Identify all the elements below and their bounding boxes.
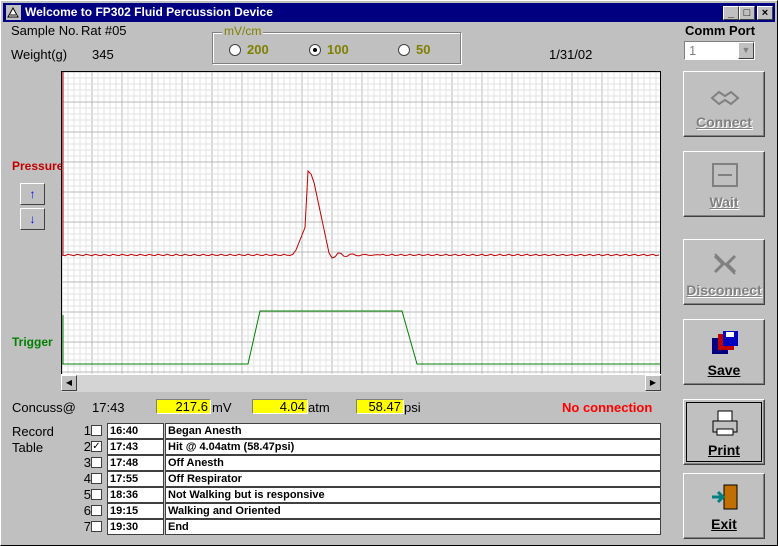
row-time-field[interactable]: 19:15 — [107, 503, 164, 519]
row-note-field[interactable]: Began Anesth — [165, 423, 661, 439]
mv-value: 217.6 — [156, 399, 211, 414]
plot-horizontal-scrollbar[interactable]: ◀ ▶ — [61, 374, 661, 392]
table-row: 2 ✓ 17:43 Hit @ 4.04atm (58.47psi) — [79, 439, 661, 455]
trigger-label: Trigger — [12, 335, 53, 349]
weight-label: Weight(g) — [11, 47, 68, 62]
row-number: 2 — [83, 439, 91, 454]
title-bar[interactable]: Welcome to FP302 Fluid Percussion Device… — [3, 3, 775, 22]
row-checkbox[interactable] — [91, 473, 102, 484]
atm-value: 4.04 — [252, 399, 308, 414]
psi-value: 58.47 — [356, 399, 404, 414]
wait-icon — [712, 163, 738, 187]
row-checkbox[interactable]: ✓ — [91, 441, 102, 452]
app-icon[interactable] — [6, 5, 21, 20]
scale-radio-50[interactable]: 50 — [398, 42, 430, 57]
wait-button[interactable]: Wait — [683, 151, 765, 217]
printer-icon — [712, 410, 738, 436]
floppy-disk-icon — [712, 331, 738, 354]
row-checkbox[interactable] — [91, 425, 102, 436]
maximize-icon[interactable]: □ — [739, 6, 755, 20]
signal-chart — [62, 72, 660, 374]
row-time-field[interactable]: 16:40 — [107, 423, 164, 439]
scale-radio-200[interactable]: 200 — [229, 42, 269, 57]
row-time-field[interactable]: 17:48 — [107, 455, 164, 471]
row-number: 7 — [83, 519, 91, 534]
row-time-field[interactable]: 19:30 — [107, 519, 164, 535]
print-button[interactable]: Print — [683, 399, 765, 465]
row-time-field[interactable]: 17:55 — [107, 471, 164, 487]
mv-unit: mV — [212, 400, 232, 415]
disconnect-button[interactable]: Disconnect — [683, 239, 765, 305]
table-row: 7 19:30 End — [79, 519, 661, 535]
scale-up-button[interactable]: ↑ — [20, 183, 45, 205]
row-note-field[interactable]: Off Respirator — [165, 471, 661, 487]
weight-value: 345 — [92, 47, 114, 62]
row-time-field[interactable]: 18:36 — [107, 487, 164, 503]
concuss-time: 17:43 — [92, 400, 125, 415]
main-window: Welcome to FP302 Fluid Percussion Device… — [0, 0, 778, 546]
concuss-label: Concuss@ — [12, 400, 76, 415]
exit-button[interactable]: Exit — [683, 473, 765, 539]
table-row: 4 17:55 Off Respirator — [79, 471, 661, 487]
row-note-field[interactable]: Hit @ 4.04atm (58.47psi) — [165, 439, 661, 455]
save-button[interactable]: Save — [683, 319, 765, 385]
record-table-label-line1: Record — [12, 424, 54, 439]
scale-groupbox: mV/cm 200 100 50 — [212, 24, 461, 64]
scale-down-button[interactable]: ↓ — [20, 208, 45, 230]
atm-unit: atm — [308, 400, 330, 415]
row-number: 1 — [83, 423, 91, 438]
row-note-field[interactable]: Off Anesth — [165, 455, 661, 471]
radio-circle-icon — [229, 43, 241, 56]
table-row: 3 17:48 Off Anesth — [79, 455, 661, 471]
scroll-left-icon[interactable]: ◀ — [61, 375, 77, 391]
sample-value: Rat #05 — [81, 23, 127, 38]
scale-legend: mV/cm — [222, 24, 264, 38]
exit-door-icon — [712, 484, 738, 510]
comm-port-value: 1 — [689, 43, 697, 58]
radio-circle-icon — [398, 43, 410, 56]
chevron-down-icon[interactable]: ▼ — [738, 42, 754, 59]
disconnect-icon — [713, 253, 737, 275]
psi-unit: psi — [404, 400, 421, 415]
scroll-right-icon[interactable]: ▶ — [645, 375, 661, 391]
row-note-field[interactable]: Not Walking but is responsive — [165, 487, 661, 503]
comm-port-select[interactable]: 1 ▼ — [684, 41, 755, 60]
row-number: 3 — [83, 455, 91, 470]
row-note-field[interactable]: End — [165, 519, 661, 535]
comm-port-label: Comm Port — [685, 23, 756, 38]
connection-status: No connection — [562, 400, 653, 415]
row-note-field[interactable]: Walking and Oriented — [165, 503, 661, 519]
table-row: 6 19:15 Walking and Oriented — [79, 503, 661, 519]
signal-plot — [61, 71, 661, 391]
date-label: 1/31/02 — [549, 47, 593, 62]
connect-button[interactable]: Connect — [683, 71, 765, 137]
row-checkbox[interactable] — [91, 457, 102, 468]
record-table-label-line2: Table — [12, 440, 44, 455]
radio-selected-icon — [309, 43, 321, 56]
row-number: 4 — [83, 471, 91, 486]
window-title: Welcome to FP302 Fluid Percussion Device — [25, 5, 273, 19]
row-time-field[interactable]: 17:43 — [107, 439, 164, 455]
row-checkbox[interactable] — [91, 489, 102, 500]
row-number: 6 — [83, 503, 91, 518]
handshake-icon — [710, 90, 740, 106]
row-number: 5 — [83, 487, 91, 502]
row-checkbox[interactable] — [91, 505, 102, 516]
close-icon[interactable]: × — [757, 6, 773, 20]
scale-radio-100[interactable]: 100 — [309, 42, 349, 57]
table-row: 1 16:40 Began Anesth — [79, 423, 661, 439]
sample-label: Sample No. — [11, 23, 79, 38]
minimize-icon[interactable]: _ — [723, 6, 739, 20]
row-checkbox[interactable] — [91, 521, 102, 532]
pressure-label: Pressure — [12, 159, 64, 173]
table-row: 5 18:36 Not Walking but is responsive — [79, 487, 661, 503]
